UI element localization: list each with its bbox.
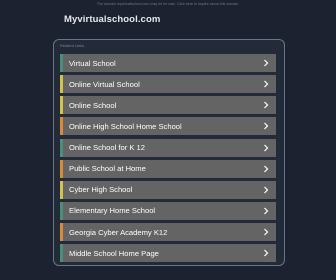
chevron-right-icon bbox=[264, 59, 269, 67]
chevron-right-icon bbox=[264, 101, 269, 109]
link-row[interactable]: Online School bbox=[60, 96, 276, 115]
link-row[interactable]: Georgia Cyber Academy K12 bbox=[60, 223, 276, 242]
domain-sale-notice[interactable]: The domain myvirtualschool.com may be fo… bbox=[0, 2, 336, 6]
link-label: Online School for K 12 bbox=[69, 143, 145, 153]
link-row[interactable]: Cyber High School bbox=[60, 180, 276, 199]
chevron-right-icon bbox=[264, 186, 269, 194]
link-label: Cyber High School bbox=[69, 185, 133, 195]
link-label: Middle School Home Page bbox=[69, 248, 159, 258]
chevron-right-icon bbox=[264, 122, 269, 130]
panel-label: Related Links bbox=[60, 43, 85, 48]
chevron-right-icon bbox=[264, 228, 269, 236]
link-label: Public School at Home bbox=[69, 164, 146, 174]
chevron-right-icon bbox=[264, 165, 269, 173]
link-label: Georgia Cyber Academy K12 bbox=[69, 227, 168, 237]
chevron-right-icon bbox=[264, 144, 269, 151]
link-row[interactable]: Virtual School bbox=[60, 54, 276, 72]
link-label: Online Virtual School bbox=[69, 79, 140, 89]
related-links-panel: Related Links Virtual School Online Virtu… bbox=[53, 39, 285, 266]
chevron-right-icon bbox=[264, 207, 269, 215]
link-row[interactable]: Online School for K 12 bbox=[60, 138, 276, 157]
link-label: Online High School Home School bbox=[69, 121, 182, 131]
link-list: Virtual School Online Virtual School Onlin… bbox=[60, 54, 276, 265]
link-label: Virtual School bbox=[69, 58, 116, 68]
link-row[interactable]: Elementary Home School bbox=[60, 201, 276, 220]
site-title: Myvirtualschool.com bbox=[64, 14, 161, 25]
chevron-right-icon bbox=[264, 249, 269, 257]
link-row[interactable]: Middle School Home Page bbox=[60, 244, 276, 263]
link-row[interactable]: Online Virtual School bbox=[60, 75, 276, 94]
link-label: Elementary Home School bbox=[69, 206, 156, 216]
chevron-right-icon bbox=[264, 80, 269, 88]
link-row[interactable]: Online High School Home School bbox=[60, 117, 276, 136]
link-row[interactable]: Public School at Home bbox=[60, 159, 276, 178]
link-label: Online School bbox=[69, 100, 117, 110]
